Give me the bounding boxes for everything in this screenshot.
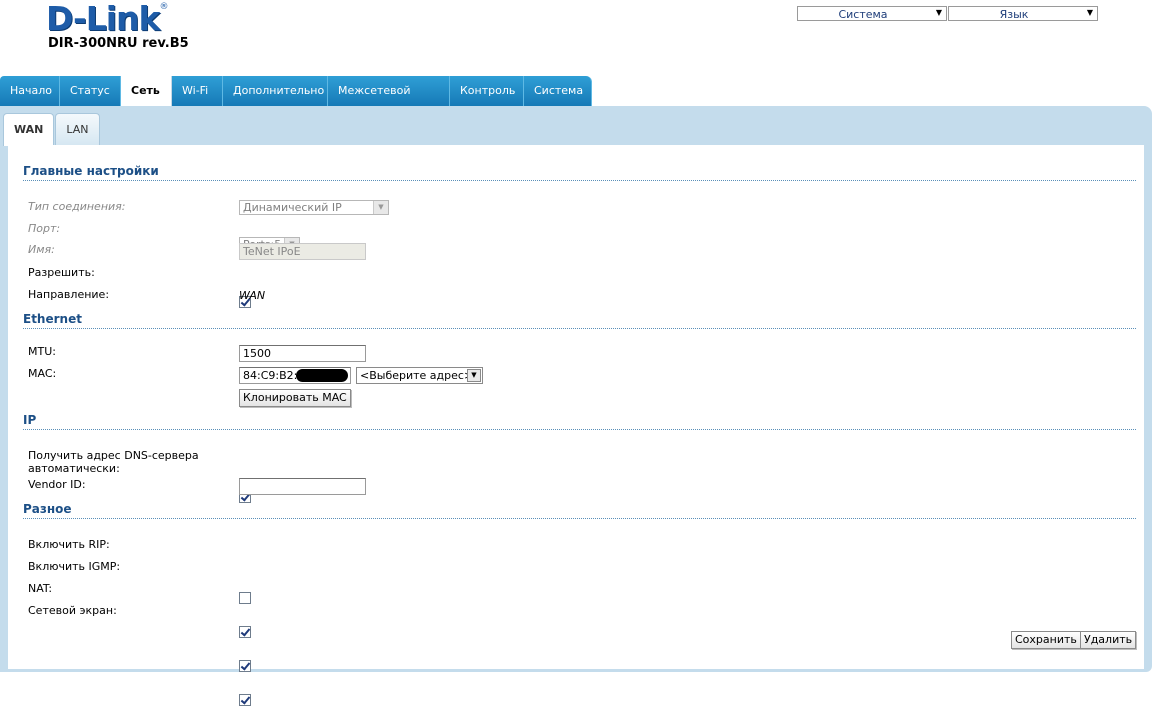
- enable-label: Разрешить:: [28, 266, 95, 279]
- section-main-settings: Главные настройки: [23, 164, 1136, 181]
- mtu-input[interactable]: 1500: [239, 345, 366, 362]
- dns-auto-label-line1: Получить адрес DNS-сервера: [28, 449, 199, 462]
- conn-type-label: Тип соединения:: [28, 200, 126, 213]
- wan-form: Главные настройки Тип соединения: Динами…: [8, 145, 1144, 706]
- tab-network[interactable]: Сеть: [121, 76, 172, 106]
- section-ethernet: Ethernet: [23, 312, 1136, 329]
- tab-status[interactable]: Статус: [60, 76, 121, 106]
- system-menu-label: Система: [838, 8, 888, 21]
- section-misc: Разное: [23, 502, 1136, 519]
- tab-wifi[interactable]: Wi-Fi: [172, 76, 223, 106]
- tab-control[interactable]: Контроль: [450, 76, 524, 106]
- vendor-id-input[interactable]: [239, 478, 366, 495]
- redaction-blot: [296, 369, 348, 382]
- port-label: Порт:: [28, 222, 61, 235]
- mac-select-value: <Выберите адрес>: [360, 369, 474, 382]
- model-name: DIR-300NRU rev.B5: [48, 36, 189, 51]
- chevron-down-icon: ▼: [467, 369, 481, 382]
- chevron-down-icon: ▼: [1086, 8, 1093, 17]
- mac-address-select[interactable]: <Выберите адрес> ▼: [356, 367, 483, 384]
- language-select[interactable]: Язык ▼: [948, 6, 1098, 21]
- name-field: TeNet IPoE: [239, 243, 366, 260]
- dlink-logo: D-Link®: [46, 2, 168, 36]
- mac-label: MAC:: [28, 367, 57, 380]
- mac-input[interactable]: 84:C9:B2:: [239, 367, 351, 384]
- clone-mac-button[interactable]: Клонировать MAC: [239, 389, 351, 407]
- mtu-label: MTU:: [28, 345, 56, 358]
- tab-system[interactable]: Система: [524, 76, 592, 106]
- igmp-label: Включить IGMP:: [28, 560, 121, 573]
- rip-label: Включить RIP:: [28, 538, 110, 551]
- subtabs: WAN LAN: [3, 113, 101, 146]
- delete-button[interactable]: Удалить: [1080, 631, 1137, 649]
- section-ip: IP: [23, 413, 1136, 430]
- firewall-checkbox[interactable]: [239, 694, 251, 706]
- tab-firewall[interactable]: Межсетевой экран: [328, 76, 450, 127]
- conn-type-select: Динамический IP ▼: [239, 200, 389, 215]
- vendor-id-label: Vendor ID:: [28, 478, 86, 491]
- firewall-label: Сетевой экран:: [28, 604, 117, 617]
- subtab-lan[interactable]: LAN: [55, 113, 100, 145]
- tab-home[interactable]: Начало: [0, 76, 60, 106]
- igmp-checkbox[interactable]: [239, 626, 251, 638]
- settings-panel: WAN LAN Главные настройки Тип соединения…: [0, 106, 1152, 706]
- system-menu-select[interactable]: Система ▼: [797, 6, 947, 21]
- chevron-down-icon: ▼: [935, 8, 942, 17]
- direction-value: WAN: [239, 289, 266, 302]
- logo-text: D-Link: [46, 0, 160, 38]
- nat-label: NAT:: [28, 582, 53, 595]
- save-button[interactable]: Сохранить: [1011, 631, 1081, 649]
- rip-checkbox[interactable]: [239, 592, 251, 604]
- chevron-down-icon: ▼: [373, 201, 388, 214]
- dns-auto-label: Получить адрес DNS-сервера автоматически…: [28, 449, 199, 475]
- mac-value: 84:C9:B2:: [243, 369, 298, 382]
- name-label: Имя:: [28, 243, 55, 256]
- main-nav: Начало Статус Сеть Wi-Fi Дополнительно М…: [0, 76, 592, 127]
- language-label: Язык: [999, 8, 1029, 21]
- tab-advanced[interactable]: Дополнительно: [223, 76, 328, 106]
- conn-type-value: Динамический IP: [243, 201, 342, 214]
- nat-checkbox[interactable]: [239, 660, 251, 672]
- registered-mark: ®: [159, 2, 169, 12]
- dns-auto-label-line2: автоматически:: [28, 462, 120, 475]
- direction-label: Направление:: [28, 288, 110, 301]
- subtab-wan[interactable]: WAN: [3, 113, 55, 146]
